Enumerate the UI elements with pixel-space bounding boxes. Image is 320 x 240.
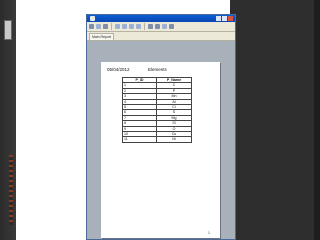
cell-pname: Ni: [156, 136, 192, 143]
last-page-icon[interactable]: [136, 24, 141, 29]
elements-table: P_ID P_Name 1C 2P 3 Mn 4 Al 5 Cl 6S 7 Mg 8 Si…: [122, 76, 192, 143]
page-number: 1: [208, 231, 210, 235]
next-page-icon[interactable]: [129, 24, 134, 29]
document-area[interactable]: 05/04/2012 Elements P_ID P_Name 1C 2P 3M…: [87, 41, 235, 239]
first-page-icon[interactable]: [115, 24, 120, 29]
minimize-icon[interactable]: [216, 16, 221, 21]
slide-left-border: [0, 0, 16, 240]
window-controls: [216, 16, 233, 21]
toolbar-separator: [111, 23, 112, 30]
title-bar: [87, 15, 235, 22]
slide-decorative-stripe: [9, 155, 13, 225]
report-viewer-window: Main Report 05/04/2012 Elements P_ID P_N…: [86, 14, 236, 240]
report-page: 05/04/2012 Elements P_ID P_Name 1C 2P 3M…: [101, 62, 220, 238]
prev-page-icon[interactable]: [122, 24, 127, 29]
export-icon[interactable]: [89, 24, 94, 29]
slide-left-marker: [4, 20, 12, 40]
report-title: Elements: [148, 67, 167, 72]
close-icon[interactable]: [228, 16, 233, 21]
help-icon[interactable]: [169, 24, 174, 29]
maximize-icon[interactable]: [222, 16, 227, 21]
print-icon[interactable]: [96, 24, 101, 29]
search-icon[interactable]: [148, 24, 153, 29]
slide-right-border: [230, 0, 320, 240]
group-tree-icon[interactable]: [162, 24, 167, 29]
table-row: 11 Ni: [122, 136, 192, 143]
report-tab-bar: Main Report: [87, 32, 235, 41]
app-icon: [90, 16, 95, 21]
cell-pid: 11: [122, 136, 157, 143]
tab-main-report[interactable]: Main Report: [89, 33, 115, 40]
toolbar: [87, 22, 235, 32]
slide-right-edge: [314, 0, 320, 240]
zoom-icon[interactable]: [155, 24, 160, 29]
refresh-icon[interactable]: [103, 24, 108, 29]
toolbar-separator: [144, 23, 145, 30]
report-date: 05/04/2012: [107, 67, 130, 72]
